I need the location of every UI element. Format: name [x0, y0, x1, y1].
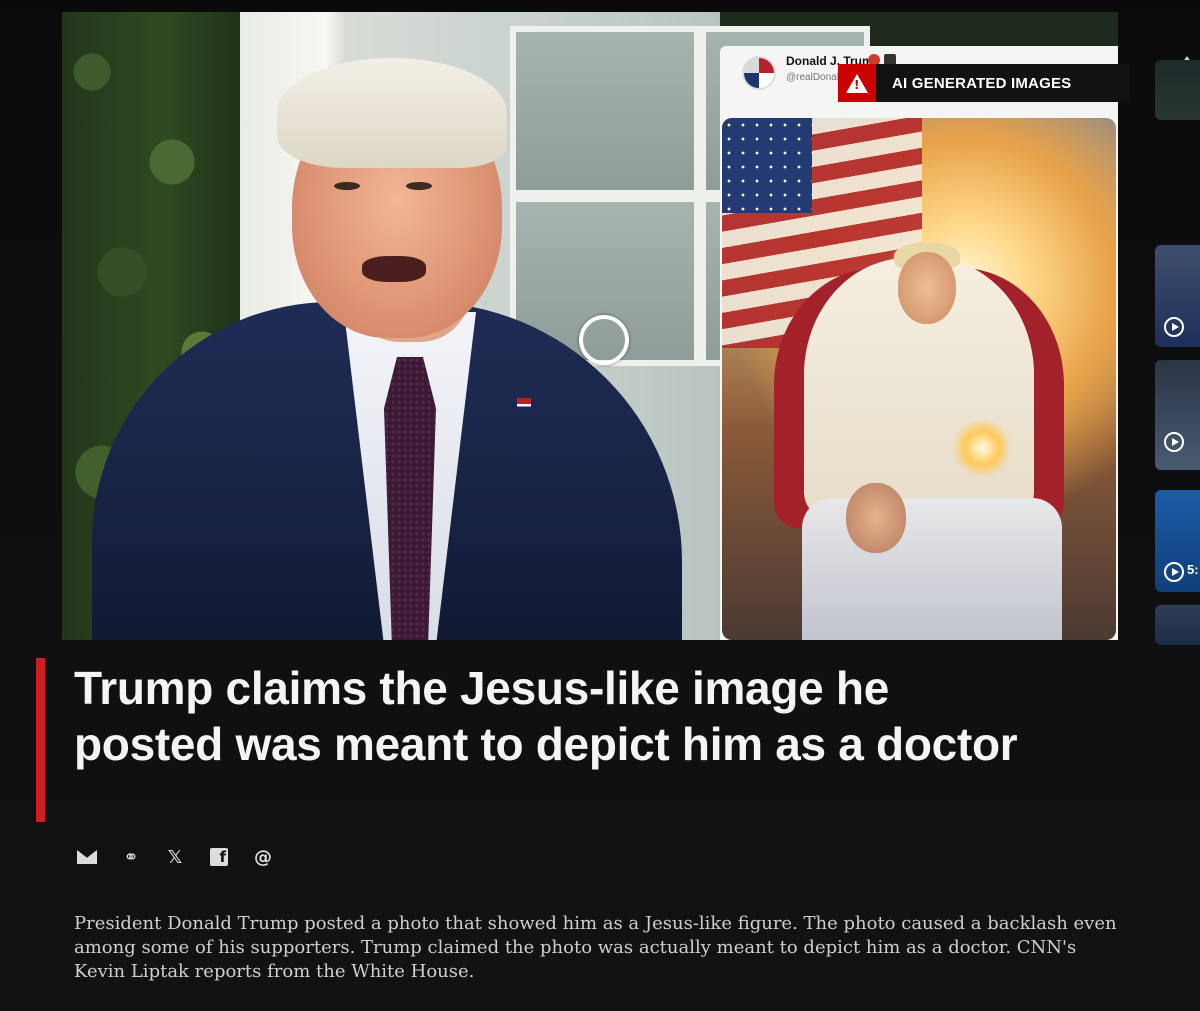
threads-icon: @	[254, 846, 272, 868]
headline-accent-bar	[36, 658, 45, 822]
window-pane	[510, 26, 700, 196]
loading-ring-icon[interactable]	[579, 315, 629, 365]
related-video-thumbnail[interactable]	[1155, 60, 1200, 120]
ai-generated-label: AI GENERATED IMAGES	[876, 64, 1130, 102]
play-icon	[1164, 432, 1184, 452]
speaker-mouth	[362, 256, 426, 282]
speaker-eye	[406, 182, 432, 190]
figure-head	[898, 252, 956, 324]
warning-box: !	[838, 64, 876, 102]
related-video-thumbnail[interactable]	[1155, 245, 1200, 347]
avatar	[742, 56, 776, 90]
flag-canton	[722, 118, 812, 213]
hospital-bed	[802, 498, 1062, 640]
warning-icon: !	[846, 73, 868, 93]
speaker-hair	[277, 58, 507, 168]
monitor-bezel	[0, 0, 1200, 12]
hand-glow	[952, 418, 1012, 478]
play-icon	[1164, 317, 1184, 337]
share-x-button[interactable]: 𝕏	[164, 846, 186, 868]
play-icon	[1164, 562, 1184, 582]
link-icon: ⚭	[123, 846, 139, 868]
facebook-icon: f	[210, 848, 228, 866]
article-description: President Donald Trump posted a photo th…	[74, 913, 1117, 982]
related-video-thumbnail[interactable]	[1155, 605, 1200, 645]
related-video-thumbnail[interactable]	[1155, 360, 1200, 470]
speaker-eye	[334, 182, 360, 190]
email-icon	[77, 850, 97, 864]
related-videos-strip: 5:	[1155, 40, 1200, 645]
x-icon: 𝕏	[167, 846, 183, 868]
patient-head	[846, 483, 906, 553]
flag-pin	[517, 398, 531, 410]
ai-generated-image	[722, 118, 1116, 640]
related-video-thumbnail[interactable]: 5:	[1155, 490, 1200, 592]
video-duration: 5:	[1187, 562, 1199, 577]
share-link-button[interactable]: ⚭	[120, 846, 142, 868]
ai-generated-badge: ! AI GENERATED IMAGES	[838, 64, 1130, 102]
share-bar: ⚭ 𝕏 f @	[76, 846, 274, 868]
share-email-button[interactable]	[76, 846, 98, 868]
article-headline: Trump claims the Jesus-like image he pos…	[74, 662, 1018, 770]
share-facebook-button[interactable]: f	[208, 846, 230, 868]
speaker-tie	[384, 357, 436, 640]
share-threads-button[interactable]: @	[252, 846, 274, 868]
